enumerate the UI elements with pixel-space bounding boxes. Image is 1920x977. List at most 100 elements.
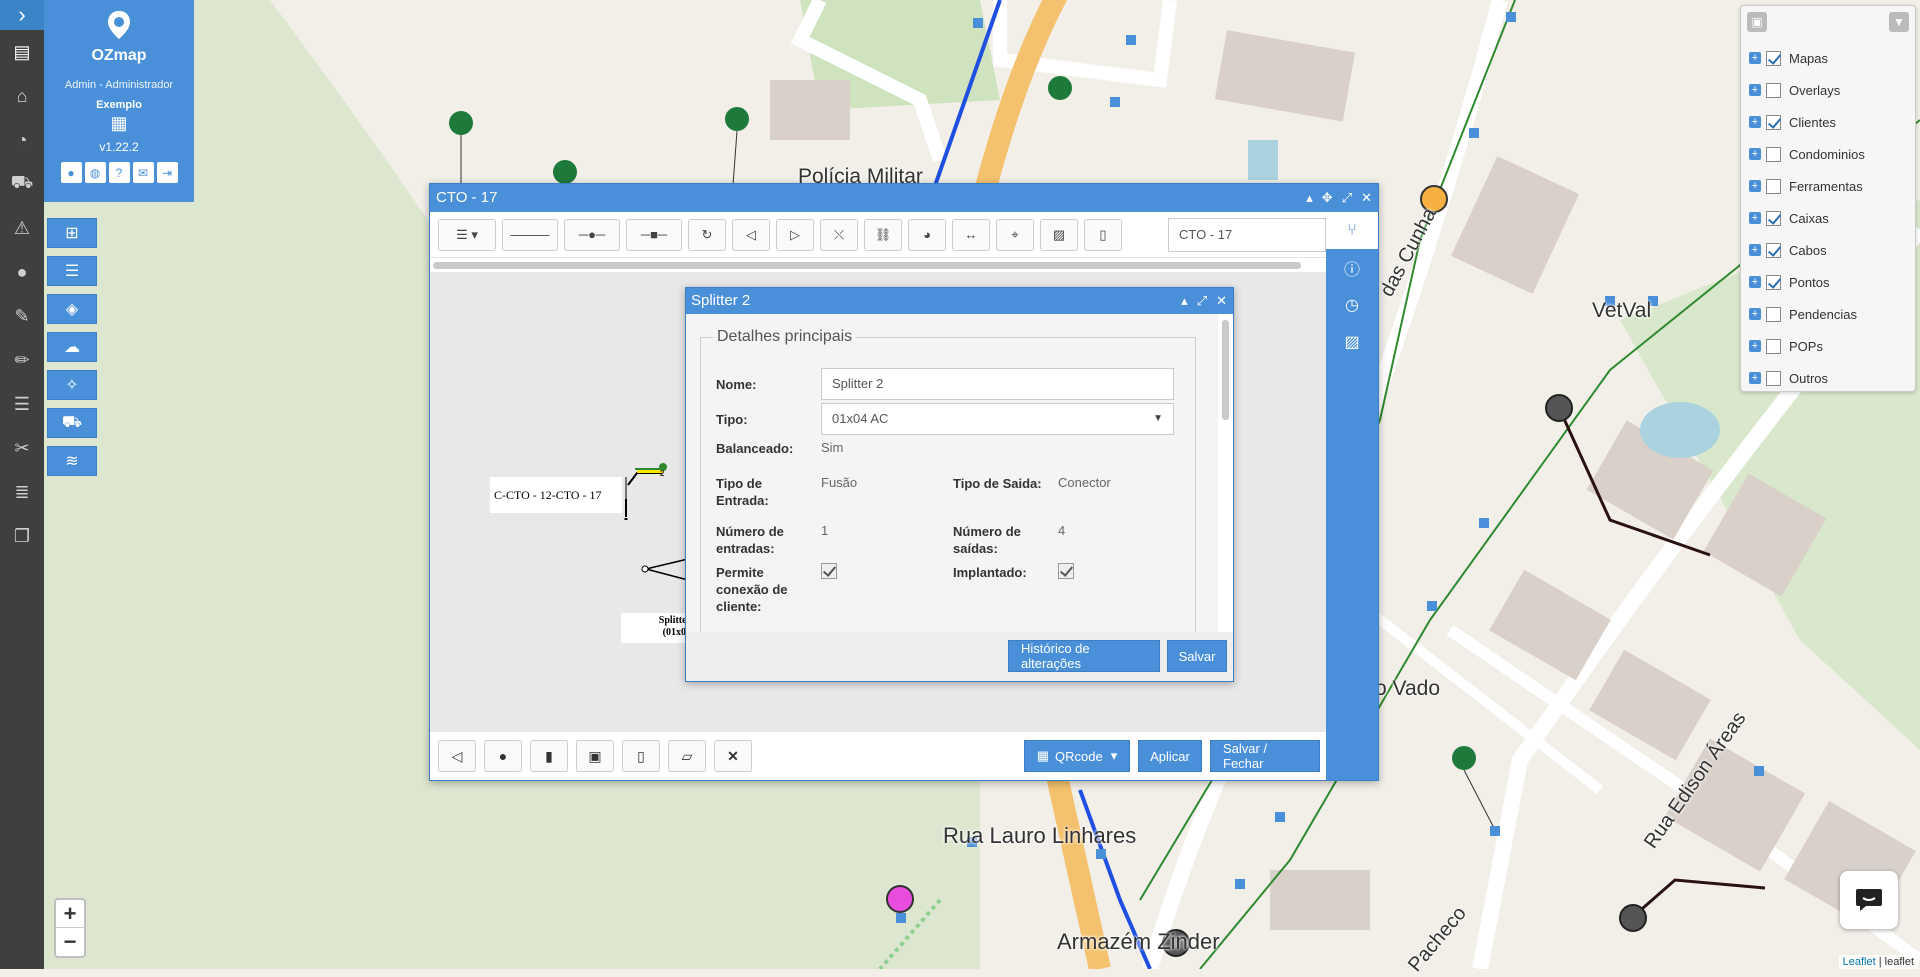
truck-icon[interactable]: ⛟ — [0, 162, 44, 206]
horizontal-arrows-icon[interactable]: ↔ — [952, 218, 990, 251]
box-shape-button[interactable]: ▯ — [622, 740, 660, 772]
filter-icon[interactable]: ▼ — [1889, 12, 1909, 32]
splitter-dialog-titlebar[interactable]: Splitter 2 ▴ ⤢ ✕ — [686, 288, 1233, 314]
close-icon[interactable]: ✕ — [1216, 288, 1227, 314]
image-icon[interactable]: ▨ — [1326, 323, 1378, 360]
type-select[interactable]: 01x04 AC ▼ — [821, 403, 1174, 435]
fiber-map-icon[interactable]: ⑂ — [1326, 212, 1378, 249]
profile-icon[interactable]: ● — [60, 162, 82, 183]
splitter-shape-button[interactable]: ◁ — [438, 740, 476, 772]
crosshair-icon[interactable]: ⌖ — [996, 218, 1034, 251]
pencil-icon[interactable]: ✏ — [0, 338, 44, 382]
minimize-icon[interactable]: ▴ — [1306, 184, 1313, 212]
splitter-right-icon[interactable]: ▷ — [776, 218, 814, 251]
leaflet-link[interactable]: Leaflet — [1843, 956, 1876, 968]
expand-plus-icon[interactable]: + — [1749, 244, 1761, 256]
fusion-tool-button[interactable]: ─●─ — [564, 218, 620, 251]
list-icon[interactable]: ☰ — [0, 382, 44, 426]
name-input[interactable]: Splitter 2 — [821, 368, 1174, 400]
horizontal-scrollbar[interactable] — [433, 262, 1301, 269]
zoom-in-button[interactable]: + — [56, 900, 84, 928]
help-icon[interactable]: ? — [108, 162, 130, 183]
globe-icon[interactable]: ◍ — [84, 162, 106, 183]
connector-tool-button[interactable]: ─■─ — [626, 218, 682, 251]
layer-row-outros[interactable]: + Outros — [1741, 362, 1915, 394]
save-close-button[interactable]: Salvar / Fechar — [1210, 740, 1320, 772]
expand-plus-icon[interactable]: + — [1749, 308, 1761, 320]
expand-plus-icon[interactable]: + — [1749, 212, 1761, 224]
note-button[interactable]: ▱ — [668, 740, 706, 772]
maximize-icon[interactable]: ⤢ — [1197, 288, 1207, 314]
unlink-icon[interactable]: ⤬ — [820, 218, 858, 251]
project-name[interactable]: Exemplo — [44, 99, 194, 111]
chat-widget-button[interactable] — [1840, 871, 1898, 929]
delete-button[interactable]: ✕ — [714, 740, 752, 772]
line-tool-button[interactable]: ——— — [502, 218, 558, 251]
vertical-scrollbar[interactable] — [1222, 320, 1229, 420]
chat-icon[interactable]: ✉ — [132, 162, 154, 183]
connector-shape-button[interactable]: ▣ — [576, 740, 614, 772]
expand-plus-icon[interactable]: + — [1749, 84, 1761, 96]
close-icon[interactable]: ✕ — [1361, 184, 1372, 212]
minimize-icon[interactable]: ▴ — [1181, 288, 1188, 314]
expand-plus-icon[interactable]: + — [1749, 340, 1761, 352]
dio-shape-button[interactable]: ▮ — [530, 740, 568, 772]
database-icon[interactable]: ≣ — [0, 470, 44, 514]
move-icon[interactable]: ✥ — [1322, 184, 1333, 212]
layer-checkbox[interactable] — [1766, 242, 1781, 258]
truck-button[interactable]: ⛟ — [47, 408, 97, 438]
expand-chevron-icon[interactable]: › — [0, 0, 44, 30]
layer-row-pontos[interactable]: + Pontos — [1741, 266, 1915, 298]
history-icon[interactable]: ◷ — [1326, 286, 1378, 323]
layer-row-ferramentas[interactable]: + Ferramentas — [1741, 170, 1915, 202]
expand-plus-icon[interactable]: + — [1749, 276, 1761, 288]
rotate-icon[interactable]: ↻ — [688, 218, 726, 251]
apply-button[interactable]: Aplicar — [1138, 740, 1202, 772]
layer-checkbox[interactable] — [1766, 274, 1781, 290]
allow-client-checkbox[interactable] — [821, 563, 837, 579]
expand-plus-icon[interactable]: + — [1749, 180, 1761, 192]
splitter-left-icon[interactable]: ◁ — [732, 218, 770, 251]
layer-row-pops[interactable]: + POPs — [1741, 330, 1915, 362]
wrench-icon[interactable]: ✎ — [0, 294, 44, 338]
layer-checkbox[interactable] — [1766, 338, 1781, 354]
save-button[interactable]: Salvar — [1167, 640, 1227, 672]
layer-checkbox[interactable] — [1766, 50, 1781, 66]
layer-checkbox[interactable] — [1766, 114, 1781, 130]
home-icon[interactable]: ⌂ — [0, 74, 44, 118]
change-history-button[interactable]: Histórico de alterações — [1008, 640, 1160, 672]
cloud-upload-button[interactable]: ☁ — [47, 332, 97, 362]
maximize-icon[interactable]: ⤢ — [1342, 184, 1352, 212]
layer-row-caixas[interactable]: + Caixas — [1741, 202, 1915, 234]
link-break-icon[interactable]: ⛓ — [864, 218, 902, 251]
fusion-shape-button[interactable]: ● — [484, 740, 522, 772]
logout-icon[interactable]: ⇥ — [156, 162, 178, 183]
cable-label[interactable]: C-CTO - 12-CTO - 17 — [490, 477, 622, 513]
layer-row-condominios[interactable]: + Condominios — [1741, 138, 1915, 170]
layer-checkbox[interactable] — [1766, 210, 1781, 226]
layer-checkbox[interactable] — [1766, 370, 1781, 386]
cto-name-field[interactable]: CTO - 17 — [1168, 218, 1326, 252]
lock-icon[interactable]: ▣ — [1747, 12, 1767, 32]
layer-row-clientes[interactable]: + Clientes — [1741, 106, 1915, 138]
cto-window-titlebar[interactable]: CTO - 17 ▴ ✥ ⤢ ✕ — [430, 184, 1378, 212]
layer-row-pendencias[interactable]: + Pendencias — [1741, 298, 1915, 330]
expand-plus-icon[interactable]: + — [1749, 52, 1761, 64]
zoom-out-button[interactable]: − — [56, 928, 84, 956]
deployed-checkbox[interactable] — [1058, 563, 1074, 579]
expand-plus-icon[interactable]: + — [1749, 116, 1761, 128]
warning-icon[interactable]: ⚠ — [0, 206, 44, 250]
layer-checkbox[interactable] — [1766, 306, 1781, 322]
list-dropdown-button[interactable]: ☰ ▾ — [438, 218, 496, 251]
wifi-button[interactable]: ≋ — [47, 446, 97, 476]
expand-plus-icon[interactable]: + — [1749, 372, 1761, 384]
dashboard-icon[interactable]: ◕ — [908, 218, 946, 251]
layer-checkbox[interactable] — [1766, 178, 1781, 194]
image-export-icon[interactable]: ▨ — [1040, 218, 1078, 251]
documents-icon[interactable]: ❐ — [0, 514, 44, 558]
expand-plus-icon[interactable]: + — [1749, 148, 1761, 160]
user-icon[interactable]: ● — [0, 250, 44, 294]
pdf-export-icon[interactable]: ▯ — [1084, 218, 1122, 251]
map-icon[interactable]: ▤ — [0, 30, 44, 74]
layer-checkbox[interactable] — [1766, 146, 1781, 162]
